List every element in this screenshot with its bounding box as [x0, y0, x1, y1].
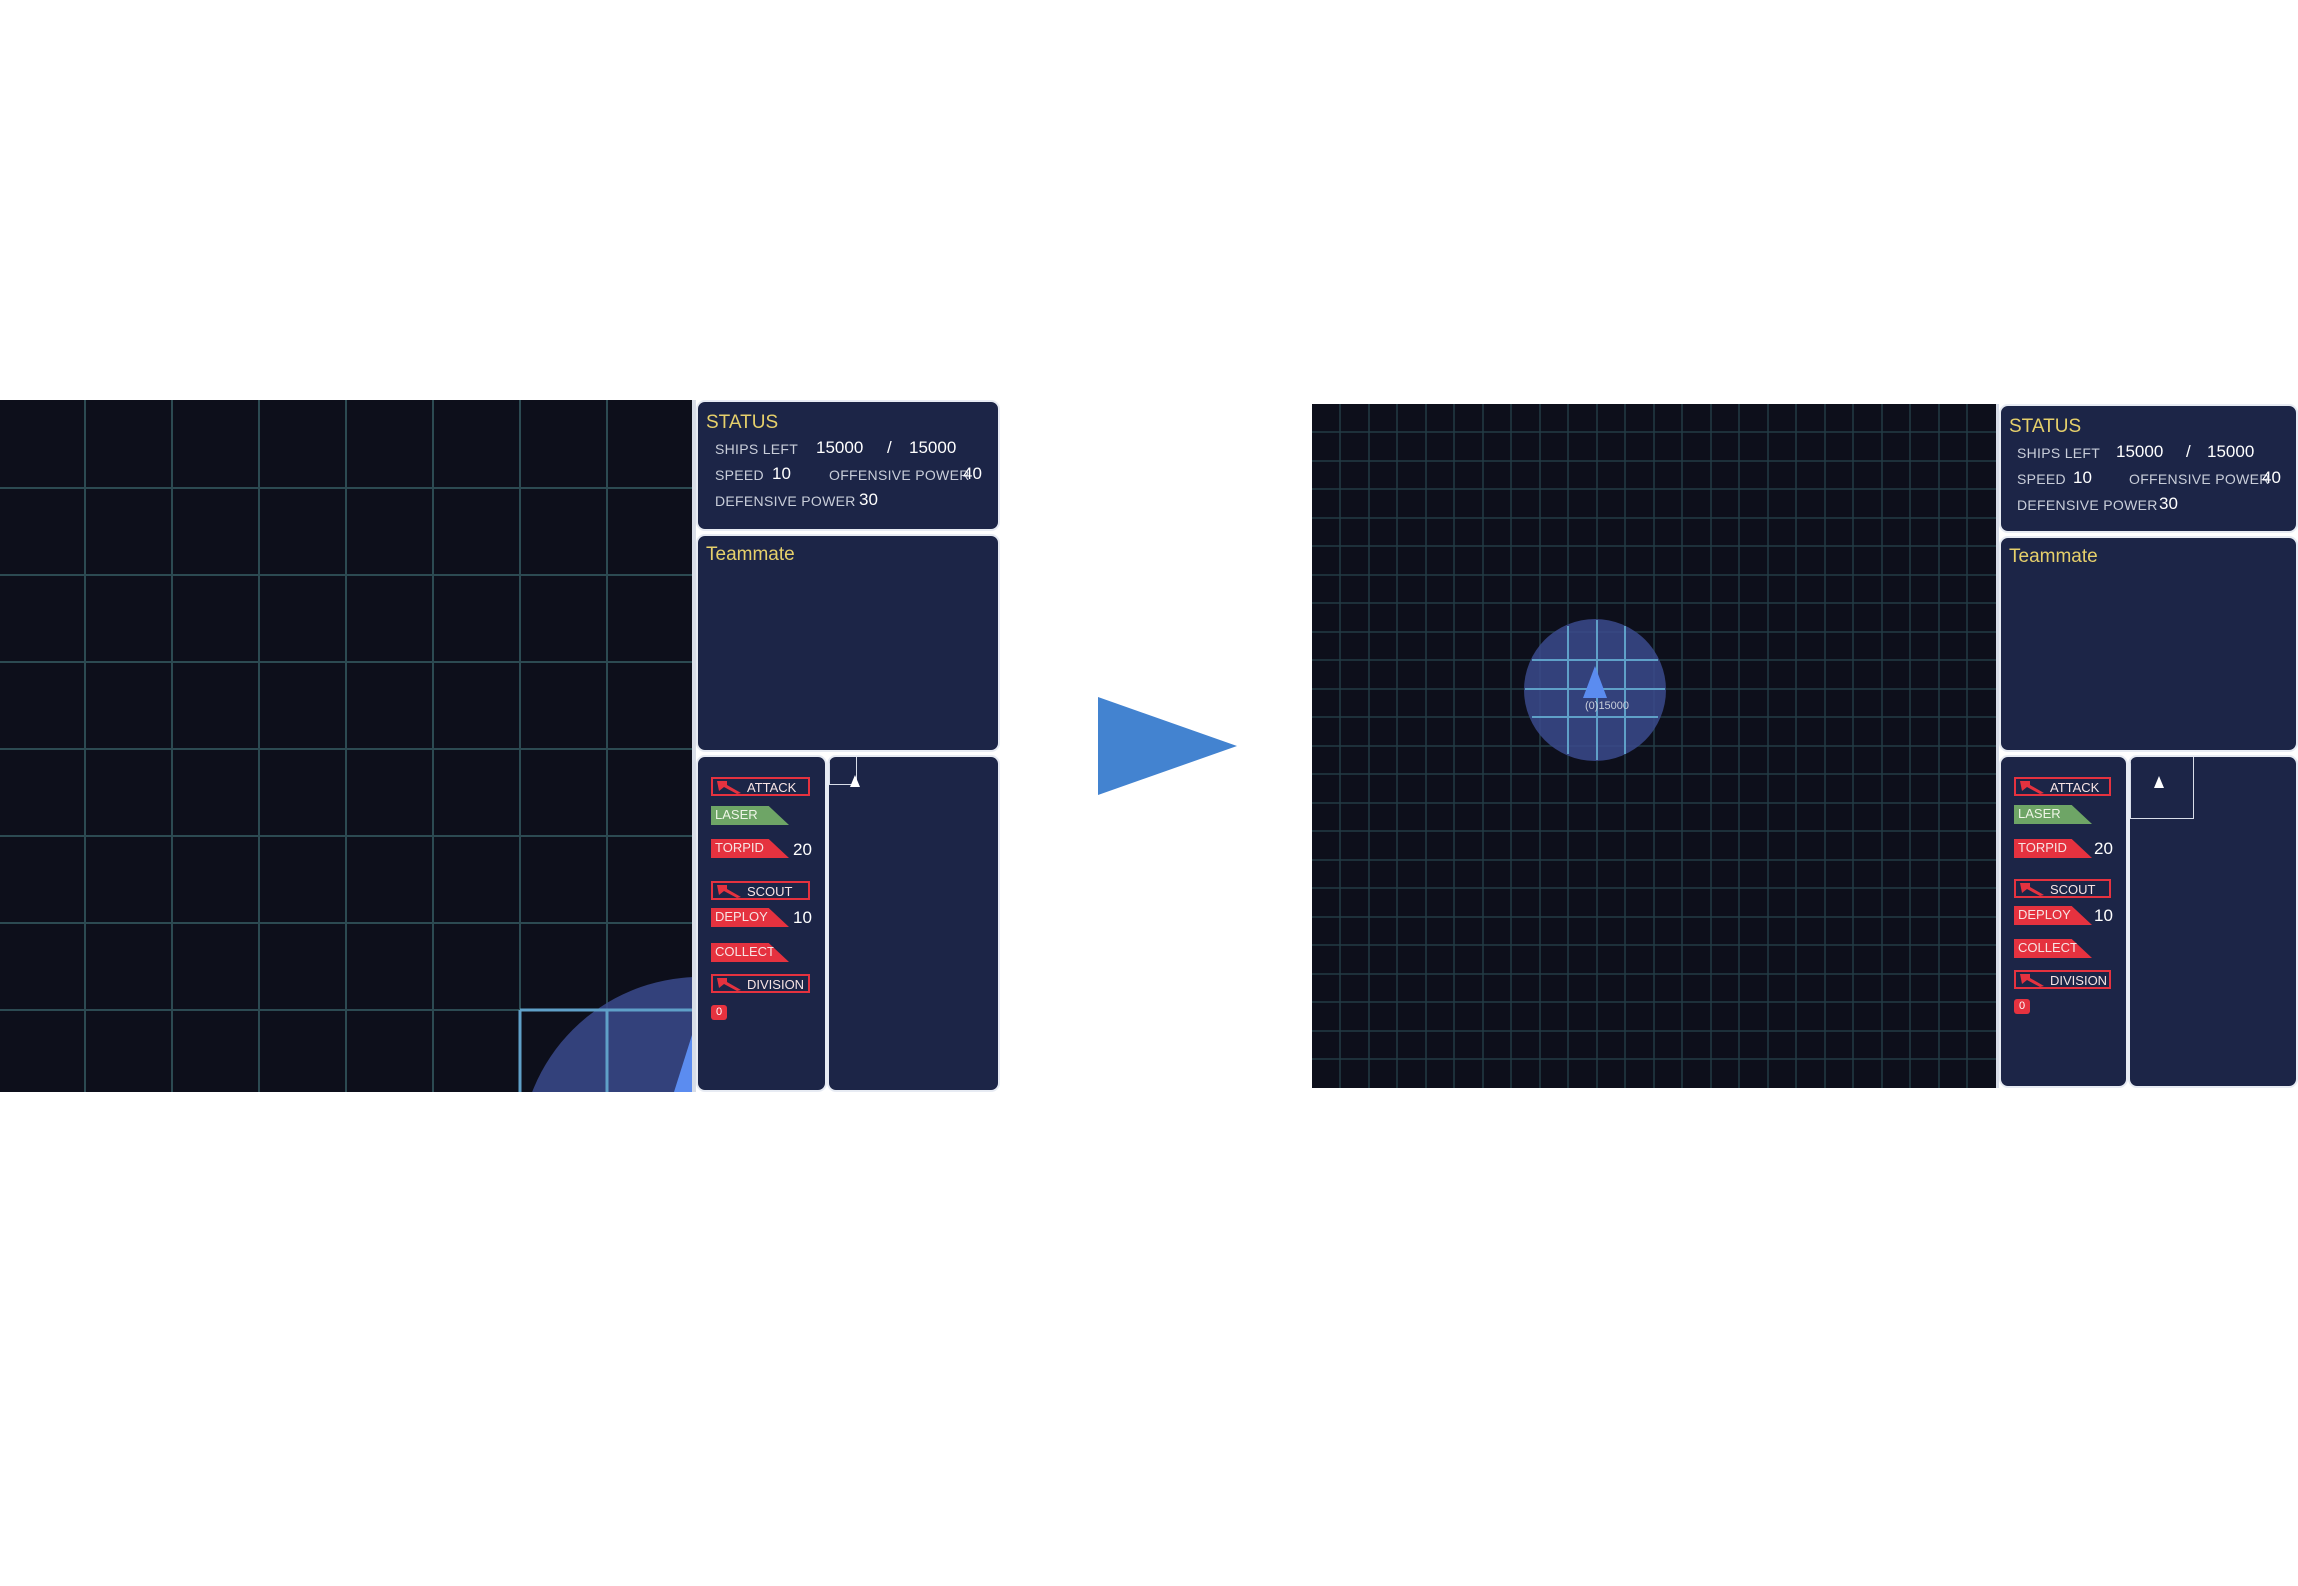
right-scout-label: SCOUT [2050, 882, 2096, 897]
speed-value: 10 [772, 464, 791, 483]
right-division-label: DIVISION [2050, 973, 2108, 988]
scout-button[interactable]: SCOUT [711, 881, 810, 900]
right-speed-label: SPEED [2017, 471, 2066, 487]
division-badge: 0 [711, 1005, 727, 1020]
deploy-button[interactable]: DEPLOY [711, 908, 789, 927]
attack-label: ATTACK [747, 780, 797, 795]
right-ships-left-label: SHIPS LEFT [2017, 445, 2101, 461]
transition-arrow-icon [1098, 697, 1237, 795]
defensive-power-value: 30 [859, 490, 878, 509]
right-ships-left-value: 15000 [2116, 442, 2164, 461]
command-panel: ATTACK LASER TORPID 20 SCOUT DEPLOY 10 C… [696, 755, 827, 1092]
right-deploy-count: 10 [2094, 906, 2113, 925]
right-command-panel: ATTACK LASER TORPID 20 SCOUT DEPLOY 10 C… [1999, 755, 2128, 1088]
right-minimap-ship-icon [2154, 776, 2164, 788]
left-game-map[interactable] [0, 400, 692, 1092]
attack-button[interactable]: ATTACK [711, 777, 810, 796]
right-collect-button[interactable]: COLLECT [2014, 939, 2092, 958]
right-division-button[interactable]: DIVISION [2014, 970, 2111, 989]
scout-icon [717, 885, 741, 898]
deploy-count: 10 [793, 908, 812, 927]
right-defensive-power-label: DEFENSIVE POWER [2017, 497, 2158, 513]
attack-icon [717, 781, 741, 794]
right-attack-button[interactable]: ATTACK [2014, 777, 2111, 796]
right-ships-max-value: 15000 [2207, 442, 2255, 461]
collect-button[interactable]: COLLECT [711, 943, 789, 962]
division-label: DIVISION [747, 977, 805, 992]
right-teammate-title: Teammate [2009, 546, 2098, 567]
minimap-ship-icon [850, 775, 860, 787]
right-scout-button[interactable]: SCOUT [2014, 879, 2111, 898]
laser-label: LASER [715, 807, 758, 822]
division-button[interactable]: DIVISION [711, 974, 810, 993]
offensive-power-label: OFFENSIVE POWER [829, 467, 970, 483]
right-offensive-power-label: OFFENSIVE POWER [2129, 471, 2270, 487]
right-laser-button[interactable]: LASER [2014, 805, 2092, 824]
offensive-power-value: 40 [963, 464, 982, 483]
torpid-button[interactable]: TORPID [711, 839, 789, 858]
left-map-grid [0, 400, 692, 1092]
unit-label: (0)15000 [1585, 700, 1630, 712]
status-panel: STATUS SHIPS LEFT 15000 / 15000 SPEED 10… [696, 400, 1000, 531]
right-attack-icon [2020, 781, 2044, 794]
right-offensive-power-value: 40 [2262, 468, 2281, 487]
right-screen: (0)15000 STATUS SHIPS LEFT 15000 / 15000… [1312, 404, 2298, 1088]
right-deploy-label: DEPLOY [2018, 907, 2071, 922]
laser-button[interactable]: LASER [711, 806, 789, 825]
right-minimap-panel[interactable] [2128, 755, 2298, 1088]
left-screen: STATUS SHIPS LEFT 15000 / 15000 SPEED 10… [0, 400, 1000, 1092]
right-collect-label: COLLECT [2018, 940, 2078, 955]
right-scout-icon [2020, 883, 2044, 896]
torpid-count: 20 [793, 840, 812, 859]
right-game-map[interactable]: (0)15000 [1312, 404, 1996, 1088]
right-division-icon [2020, 974, 2044, 987]
right-teammate-panel: Teammate [1999, 536, 2298, 752]
division-icon [717, 978, 741, 991]
right-ships-separator: / [2186, 442, 2191, 461]
torpid-label: TORPID [715, 840, 764, 855]
right-status-panel: STATUS SHIPS LEFT 15000 / 15000 SPEED 10… [1999, 404, 2298, 533]
teammate-title: Teammate [706, 544, 795, 565]
collect-label: COLLECT [715, 944, 775, 959]
right-map-grid [1312, 404, 1996, 1088]
right-speed-value: 10 [2073, 468, 2092, 487]
right-torpid-count: 20 [2094, 839, 2113, 858]
right-minimap-viewport [2130, 757, 2194, 819]
speed-label: SPEED [715, 467, 764, 483]
scout-label: SCOUT [747, 884, 793, 899]
right-attack-label: ATTACK [2050, 780, 2100, 795]
teammate-panel: Teammate [696, 534, 1000, 752]
right-torpid-label: TORPID [2018, 840, 2067, 855]
right-laser-label: LASER [2018, 806, 2061, 821]
defensive-power-label: DEFENSIVE POWER [715, 493, 856, 509]
minimap-panel[interactable] [827, 755, 1000, 1092]
ships-left-value: 15000 [816, 438, 864, 457]
status-title: STATUS [706, 412, 779, 433]
right-status-title: STATUS [2009, 416, 2082, 437]
right-deploy-button[interactable]: DEPLOY [2014, 906, 2092, 925]
right-torpid-button[interactable]: TORPID [2014, 839, 2092, 858]
ships-max-value: 15000 [909, 438, 957, 457]
ships-left-label: SHIPS LEFT [715, 441, 799, 457]
right-division-badge: 0 [2014, 999, 2030, 1014]
deploy-label: DEPLOY [715, 909, 768, 924]
ships-separator: / [887, 438, 892, 457]
right-defensive-power-value: 30 [2159, 494, 2178, 513]
